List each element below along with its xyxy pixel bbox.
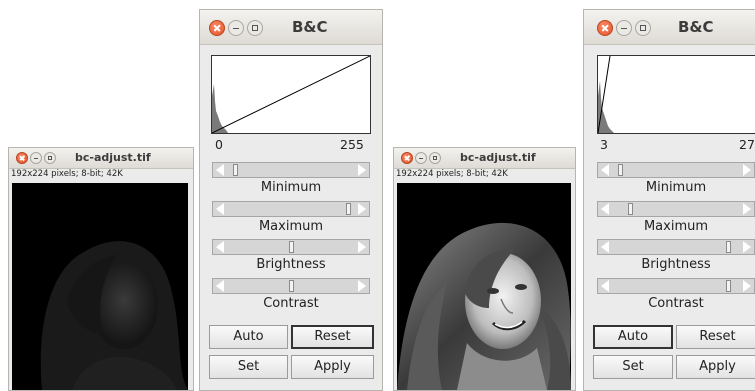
- reset-button[interactable]: Reset: [291, 325, 374, 349]
- set-button[interactable]: Set: [209, 355, 288, 379]
- reset-button[interactable]: Reset: [676, 325, 755, 349]
- arrow-left-icon[interactable]: [601, 164, 609, 176]
- slider-thumb[interactable]: [618, 164, 623, 176]
- transfer-line: [212, 56, 370, 133]
- portrait-image: [397, 222, 571, 390]
- histogram-bars: [598, 81, 614, 133]
- minimum-label: Minimum: [260, 180, 322, 195]
- maximum-label: Maximum: [258, 219, 324, 234]
- image-window-adjusted: bc-adjust.tif 192x224 pixels; 8-bit; 42K: [393, 147, 576, 391]
- arrow-right-icon[interactable]: [743, 203, 751, 215]
- arrow-right-icon[interactable]: [743, 241, 751, 253]
- slider-thumb[interactable]: [233, 164, 238, 176]
- apply-button[interactable]: Apply: [291, 355, 374, 379]
- bc-panel: B&C 3 27 Minimum Maximum Brightness Cont…: [583, 9, 755, 391]
- arrow-right-icon[interactable]: [358, 241, 366, 253]
- contrast-label: Contrast: [263, 296, 319, 311]
- maximize-icon[interactable]: [429, 152, 441, 164]
- close-icon[interactable]: [16, 152, 28, 164]
- auto-button[interactable]: Auto: [209, 325, 288, 349]
- slider-thumb[interactable]: [289, 241, 294, 253]
- arrow-right-icon[interactable]: [743, 280, 751, 292]
- slider-thumb[interactable]: [726, 241, 731, 253]
- arrow-right-icon[interactable]: [358, 164, 366, 176]
- minimize-icon[interactable]: [30, 152, 42, 164]
- histogram-plot: [212, 56, 370, 133]
- arrow-left-icon[interactable]: [216, 241, 224, 253]
- brightness-slider[interactable]: [212, 239, 370, 255]
- bc-titlebar[interactable]: B&C: [200, 10, 382, 45]
- close-icon[interactable]: [401, 152, 413, 164]
- maximize-icon[interactable]: [247, 20, 263, 36]
- bc-titlebar[interactable]: B&C: [584, 10, 755, 45]
- image-window-titlebar[interactable]: bc-adjust.tif: [9, 148, 193, 169]
- minimum-slider[interactable]: [212, 162, 370, 178]
- image-canvas[interactable]: [12, 183, 188, 390]
- brightness-slider[interactable]: [597, 239, 755, 255]
- histogram: [211, 55, 371, 134]
- close-icon[interactable]: [209, 20, 225, 36]
- image-info: 192x224 pixels; 8-bit; 42K: [396, 169, 508, 179]
- histogram: [597, 55, 755, 134]
- minimum-slider[interactable]: [597, 162, 755, 178]
- arrow-right-icon[interactable]: [358, 203, 366, 215]
- image-window-title: bc-adjust.tif: [75, 151, 151, 164]
- arrow-right-icon[interactable]: [358, 280, 366, 292]
- apply-button[interactable]: Apply: [676, 355, 755, 379]
- slider-thumb[interactable]: [628, 203, 633, 215]
- image-info: 192x224 pixels; 8-bit; 42K: [11, 169, 123, 179]
- minimum-label: Minimum: [645, 180, 707, 195]
- image-window-original: bc-adjust.tif 192x224 pixels; 8-bit; 42K: [8, 147, 194, 391]
- arrow-right-icon[interactable]: [743, 164, 751, 176]
- maximum-slider[interactable]: [212, 201, 370, 217]
- range-max-label: 255: [340, 137, 364, 152]
- maximize-icon[interactable]: [44, 152, 56, 164]
- maximum-label: Maximum: [643, 219, 709, 234]
- contrast-slider[interactable]: [597, 278, 755, 294]
- arrow-left-icon[interactable]: [601, 203, 609, 215]
- contrast-label: Contrast: [648, 296, 704, 311]
- arrow-left-icon[interactable]: [216, 203, 224, 215]
- slider-thumb[interactable]: [289, 280, 294, 292]
- maximum-slider[interactable]: [597, 201, 755, 217]
- image-canvas[interactable]: [397, 183, 571, 390]
- arrow-left-icon[interactable]: [601, 241, 609, 253]
- image-window-titlebar[interactable]: bc-adjust.tif: [394, 148, 575, 169]
- minimize-icon[interactable]: [228, 20, 244, 36]
- set-button[interactable]: Set: [593, 355, 673, 379]
- contrast-slider[interactable]: [212, 278, 370, 294]
- range-max-label: 27: [739, 137, 755, 152]
- histogram-bars: [212, 84, 228, 133]
- bc-title: B&C: [292, 18, 328, 36]
- bc-title: B&C: [678, 18, 714, 36]
- close-icon[interactable]: [597, 20, 613, 36]
- minimize-icon[interactable]: [415, 152, 427, 164]
- portrait-image: [40, 241, 188, 390]
- brightness-label: Brightness: [256, 257, 326, 272]
- auto-button[interactable]: Auto: [593, 325, 673, 349]
- slider-thumb[interactable]: [726, 280, 731, 292]
- image-window-title: bc-adjust.tif: [460, 151, 536, 164]
- slider-thumb[interactable]: [346, 203, 351, 215]
- bc-panel: B&C 0 255 Minimum Maximum Brightness Con…: [199, 9, 383, 391]
- arrow-left-icon[interactable]: [216, 280, 224, 292]
- histogram-plot: [598, 56, 614, 133]
- arrow-left-icon[interactable]: [216, 164, 224, 176]
- minimize-icon[interactable]: [616, 20, 632, 36]
- range-min-label: 3: [600, 137, 608, 152]
- range-min-label: 0: [215, 137, 223, 152]
- brightness-label: Brightness: [641, 257, 711, 272]
- arrow-left-icon[interactable]: [601, 280, 609, 292]
- maximize-icon[interactable]: [635, 20, 651, 36]
